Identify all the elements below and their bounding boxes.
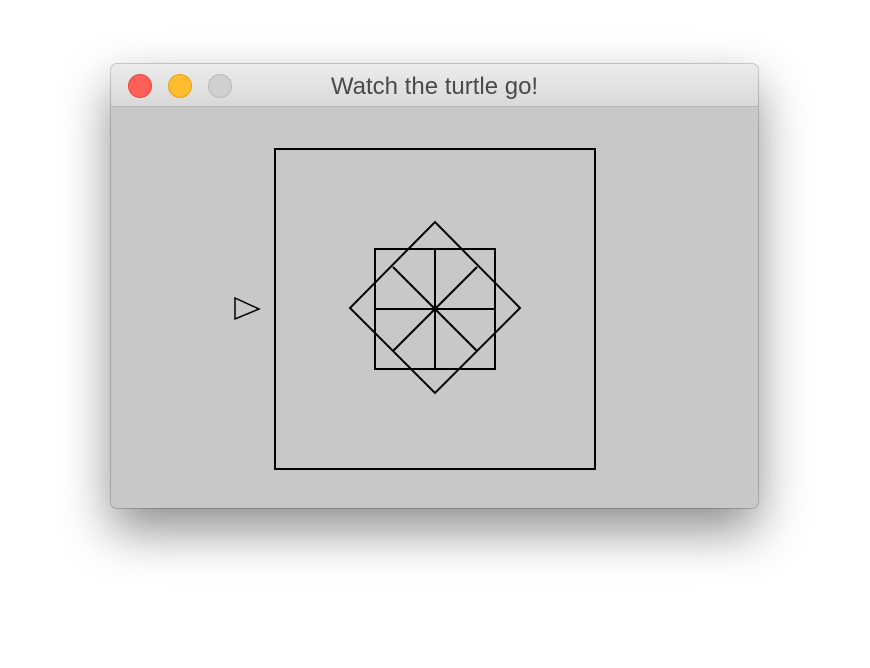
turtle-icon — [234, 296, 261, 321]
app-window: Watch the turtle go! — [111, 64, 758, 508]
window-title: Watch the turtle go! — [330, 73, 539, 100]
title-bar[interactable]: Watch the turtle go! — [111, 64, 758, 107]
turtle-canvas — [111, 107, 758, 508]
drawing-surface — [234, 148, 596, 470]
